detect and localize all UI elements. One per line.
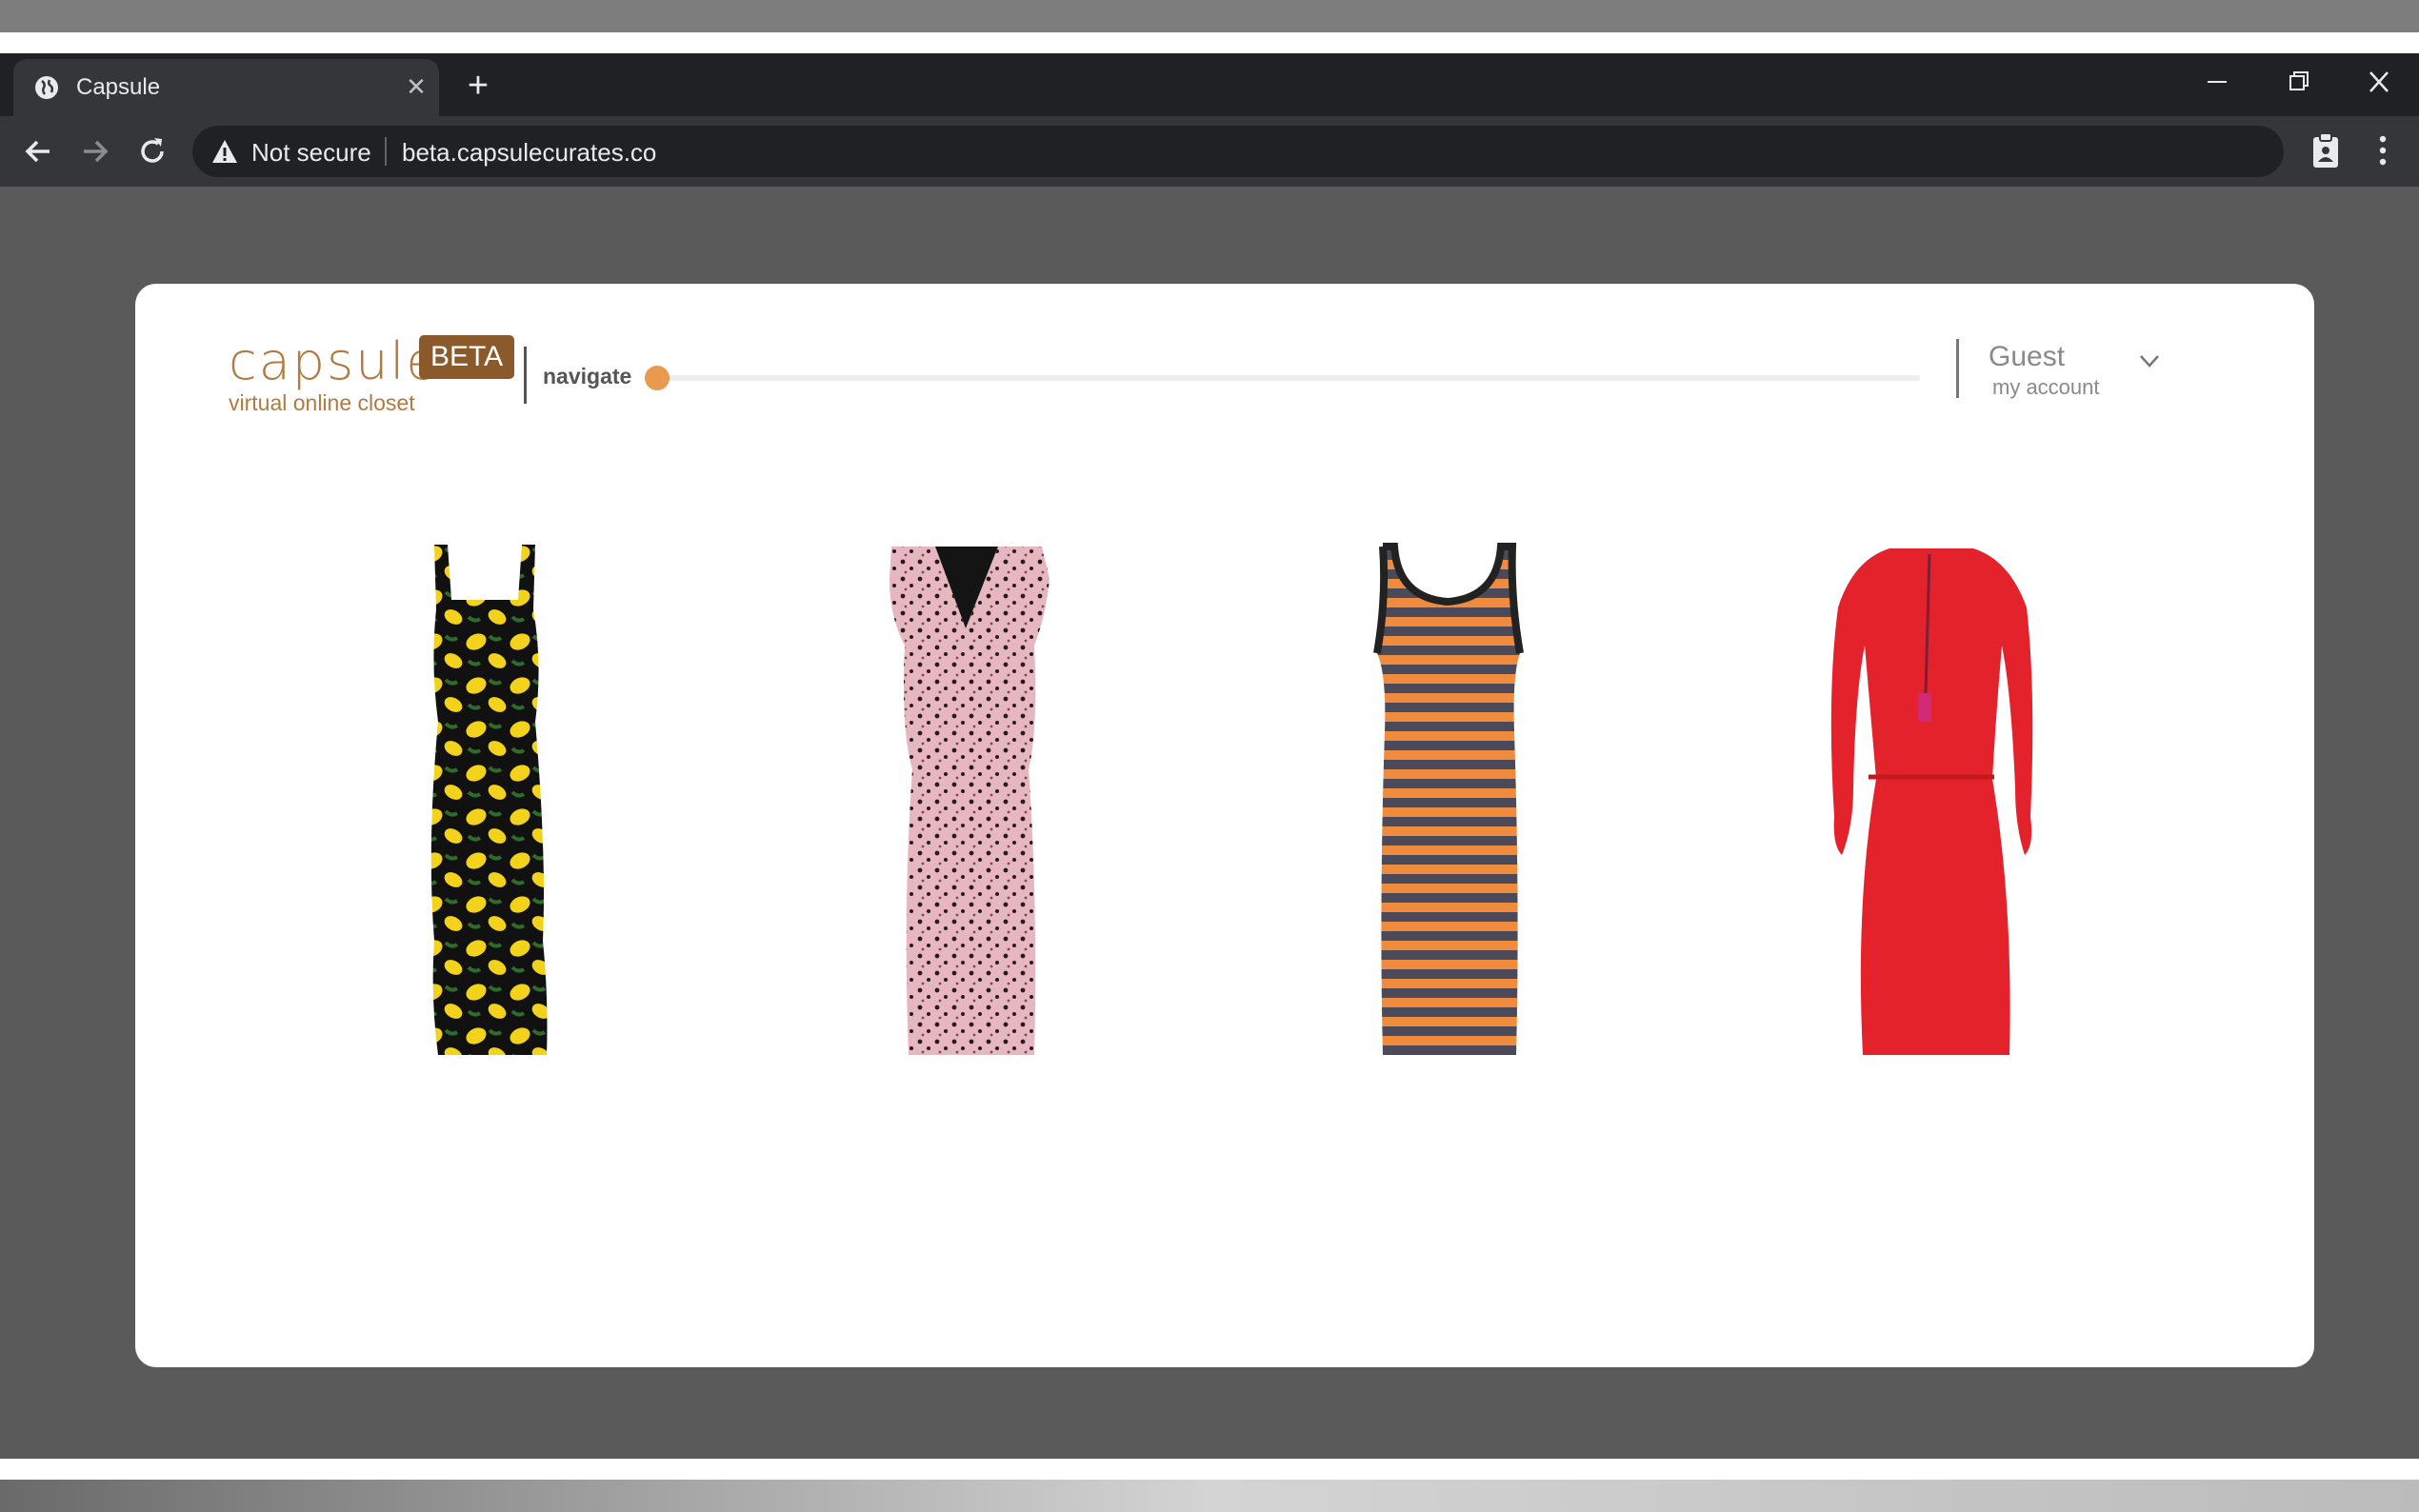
screen-top-border <box>0 32 2419 53</box>
navigate-slider[interactable] <box>657 375 1920 381</box>
forward-arrow-icon[interactable] <box>76 132 114 170</box>
screen-bottom-border <box>0 1459 2419 1480</box>
product-striped-tank-dress[interactable] <box>1295 541 1600 1074</box>
url-text[interactable]: beta.capsulecurates.co <box>402 138 656 168</box>
screen-bottom-band <box>0 1480 2419 1512</box>
close-window-icon[interactable] <box>2350 63 2408 101</box>
browser-tab-bar: Capsule ✕ + <box>0 53 2419 116</box>
tagline: virtual online closet <box>229 390 415 415</box>
close-tab-icon[interactable]: ✕ <box>400 70 432 103</box>
chevron-down-icon[interactable] <box>2135 347 2164 375</box>
restore-icon[interactable] <box>2269 63 2327 101</box>
account-name[interactable]: Guest <box>1989 341 2065 373</box>
browser-toolbar: Not secure beta.capsulecurates.co <box>0 116 2419 187</box>
minimize-icon[interactable] <box>2189 63 2246 101</box>
closet-panel: capsule: BETA virtual online closet navi… <box>135 284 2314 1367</box>
product-pink-floral-dress[interactable] <box>813 541 1118 1074</box>
browser-menu-icon[interactable] <box>2364 129 2402 171</box>
header-divider <box>524 347 527 404</box>
product-lemon-print-dress[interactable] <box>331 541 636 1074</box>
security-label[interactable]: Not secure <box>251 138 371 168</box>
warning-icon[interactable] <box>211 139 238 164</box>
navigate-slider-handle[interactable] <box>645 366 670 390</box>
beta-badge: BETA <box>419 335 515 379</box>
new-tab-button[interactable]: + <box>459 68 497 107</box>
address-bar[interactable]: Not secure beta.capsulecurates.co <box>192 126 2284 177</box>
product-red-lace-dress[interactable] <box>1777 541 2082 1074</box>
back-arrow-icon[interactable] <box>19 132 57 170</box>
omnibox-divider <box>385 137 387 166</box>
navigate-label: navigate <box>543 364 632 388</box>
clipboard-extension-icon[interactable] <box>2305 129 2347 171</box>
globe-icon <box>35 76 58 99</box>
my-account-link[interactable]: my account <box>1992 375 2100 400</box>
account-divider <box>1956 339 1959 398</box>
browser-tab[interactable]: Capsule ✕ <box>13 59 439 116</box>
reload-icon[interactable] <box>133 132 171 170</box>
tab-title: Capsule <box>76 74 161 100</box>
screen-top-band <box>0 0 2419 32</box>
